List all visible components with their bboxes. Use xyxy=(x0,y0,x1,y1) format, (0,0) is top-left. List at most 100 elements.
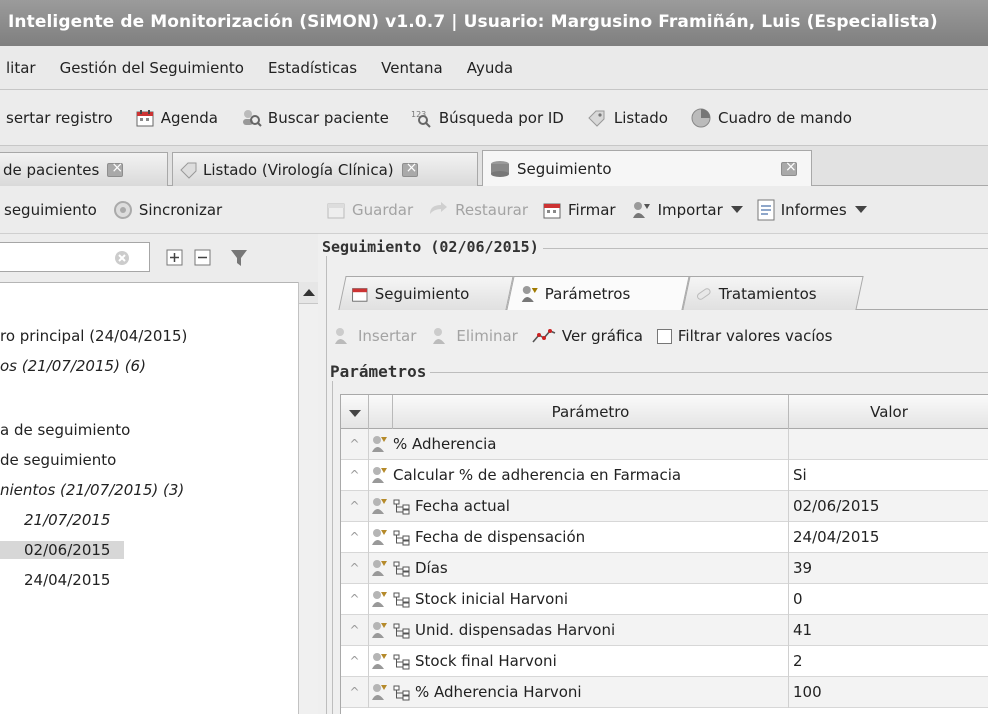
filter-icon[interactable] xyxy=(228,247,250,269)
row-expand-icon[interactable]: ^ xyxy=(341,615,369,646)
doc-tab-seguimiento[interactable]: Seguimiento xyxy=(482,150,812,187)
row-expand-icon[interactable]: ^ xyxy=(341,429,369,460)
agenda-label: Agenda xyxy=(160,108,218,127)
follow-up-group-title: Seguimiento (02/06/2015) xyxy=(322,238,543,256)
restore-button[interactable]: Restaurar xyxy=(427,200,528,220)
row-expand-icon[interactable]: ^ xyxy=(341,584,369,615)
collapse-all-icon[interactable] xyxy=(194,249,212,267)
main-toolbar: sertar registro Agenda Buscar paciente 1… xyxy=(0,90,988,146)
menu-gestion-seguimiento[interactable]: Gestión del Seguimiento xyxy=(60,59,244,77)
value-cell[interactable]: 24/04/2015 xyxy=(789,522,988,553)
parameter-column-header[interactable]: Parámetro xyxy=(393,395,789,429)
view-chart-button[interactable]: Ver gráfica xyxy=(532,327,643,345)
tab-label: Seguimiento xyxy=(374,284,470,303)
search-patient-button[interactable]: Buscar paciente xyxy=(240,108,389,128)
value-cell[interactable]: Si xyxy=(789,460,988,491)
agenda-button[interactable]: Agenda xyxy=(135,108,218,128)
value-cell[interactable]: 02/06/2015 xyxy=(789,491,988,522)
row-expand-icon[interactable]: ^ xyxy=(341,460,369,491)
table-row[interactable]: ^ Stock inicial Harvoni 0 xyxy=(341,584,988,615)
parameter-cell: % Adherencia Harvoni xyxy=(393,677,789,708)
scroll-up-button[interactable] xyxy=(299,282,318,304)
table-row[interactable]: ^ Stock final Harvoni 2 xyxy=(341,646,988,677)
tree-item[interactable]: 21/07/2015 xyxy=(24,511,110,529)
parameter-cell: Stock final Harvoni xyxy=(393,646,789,677)
insert-parameter-button[interactable]: Insertar xyxy=(332,326,416,346)
row-expand-icon[interactable]: ^ xyxy=(341,646,369,677)
sign-button[interactable]: Firmar xyxy=(542,200,616,220)
chevron-down-icon[interactable] xyxy=(730,206,743,213)
dashboard-label: Cuadro de mando xyxy=(717,108,852,127)
table-row[interactable]: ^ Fecha de dispensación 24/04/2015 xyxy=(341,522,988,553)
chevron-down-icon[interactable] xyxy=(854,206,867,213)
close-icon[interactable] xyxy=(401,160,418,177)
menu-editar[interactable]: litar xyxy=(6,59,36,77)
tree-item[interactable]: de seguimiento xyxy=(0,451,116,469)
expand-all-icon[interactable] xyxy=(166,249,184,267)
value-cell[interactable]: 2 xyxy=(789,646,988,677)
row-type-icon-cell xyxy=(369,646,393,677)
parameter-cell: Calcular % de adherencia en Farmacia xyxy=(393,460,789,491)
column-menu-button[interactable] xyxy=(341,395,369,429)
list-button[interactable]: Listado xyxy=(586,108,668,128)
doc-tab-patients[interactable]: de pacientes xyxy=(0,152,168,186)
id-search-button[interactable]: 123 Búsqueda por ID xyxy=(411,108,564,128)
table-row[interactable]: ^ Días 39 xyxy=(341,553,988,584)
import-button[interactable]: Importar xyxy=(630,200,743,220)
parameter-row-icon xyxy=(372,436,387,452)
clear-search-icon[interactable] xyxy=(114,250,130,266)
tree-scrollbar[interactable] xyxy=(298,282,318,714)
parameters-icon xyxy=(521,285,538,302)
new-follow-up-button[interactable]: seguimiento xyxy=(4,201,97,219)
checkbox-box[interactable] xyxy=(656,328,672,344)
menu-ventana[interactable]: Ventana xyxy=(381,59,443,77)
table-row[interactable]: ^ Unid. dispensadas Harvoni 41 xyxy=(341,615,988,646)
tree-item[interactable]: os (21/07/2015) (6) xyxy=(0,357,146,375)
menu-estadisticas[interactable]: Estadísticas xyxy=(268,59,357,77)
value-cell[interactable] xyxy=(789,429,988,460)
dashboard-button[interactable]: Cuadro de mando xyxy=(690,107,852,129)
table-row[interactable]: ^ Fecha actual 02/06/2015 xyxy=(341,491,988,522)
save-button[interactable]: Guardar xyxy=(326,200,413,220)
reports-button[interactable]: Informes xyxy=(757,199,867,221)
parameters-table: Parámetro Valor ^ % Adherencia ^ Calcular %… xyxy=(340,394,988,714)
tree-item[interactable]: ro principal (24/04/2015) xyxy=(0,327,187,345)
parameter-cell: Unid. dispensadas Harvoni xyxy=(393,615,789,646)
tree-item-selected[interactable]: 02/06/2015 xyxy=(0,541,124,559)
value-cell[interactable]: 0 xyxy=(789,584,988,615)
insert-record-button[interactable]: sertar registro xyxy=(6,109,113,127)
tree-item[interactable]: a de seguimiento xyxy=(0,421,130,439)
table-row[interactable]: ^ Calcular % de adherencia en Farmacia Si xyxy=(341,460,988,491)
row-expand-icon[interactable]: ^ xyxy=(341,553,369,584)
tab-tratamientos[interactable]: Tratamientos xyxy=(682,276,864,310)
filter-empty-values-checkbox[interactable]: Filtrar valores vacíos xyxy=(656,327,832,345)
close-icon[interactable] xyxy=(781,159,797,176)
value-column-header[interactable]: Valor xyxy=(789,395,988,429)
value-cell[interactable]: 100 xyxy=(789,677,988,708)
hierarchy-icon xyxy=(393,530,410,545)
follow-up-detail-pane: Guardar Restaurar Firmar Importar Inform… xyxy=(318,186,988,714)
chevron-down-icon[interactable] xyxy=(348,410,361,417)
row-expand-icon[interactable]: ^ xyxy=(341,491,369,522)
value-cell[interactable]: 39 xyxy=(789,553,988,584)
parameter-name: Días xyxy=(415,559,448,577)
row-expand-icon[interactable]: ^ xyxy=(341,677,369,708)
doc-tab-list-virology[interactable]: Listado (Virología Clínica) xyxy=(172,152,478,186)
table-row[interactable]: ^ % Adherencia Harvoni 100 xyxy=(341,677,988,708)
sign-icon xyxy=(543,203,561,218)
tree-item[interactable]: 24/04/2015 xyxy=(24,571,110,589)
row-type-icon-cell xyxy=(369,677,393,708)
menu-ayuda[interactable]: Ayuda xyxy=(467,59,513,77)
row-type-icon-cell xyxy=(369,615,393,646)
tab-seguimiento[interactable]: Seguimiento xyxy=(338,276,514,310)
import-label: Importar xyxy=(657,200,723,219)
value-cell[interactable]: 41 xyxy=(789,615,988,646)
insert-record-label: sertar registro xyxy=(6,108,113,127)
sync-button[interactable]: Sincronizar xyxy=(113,200,222,220)
delete-parameter-button[interactable]: Eliminar xyxy=(430,326,518,346)
close-icon[interactable] xyxy=(107,160,124,177)
row-expand-icon[interactable]: ^ xyxy=(341,522,369,553)
tree-item[interactable]: nientos (21/07/2015) (3) xyxy=(0,481,184,499)
tab-parametros[interactable]: Parámetros xyxy=(506,276,690,310)
table-row[interactable]: ^ % Adherencia xyxy=(341,429,988,460)
